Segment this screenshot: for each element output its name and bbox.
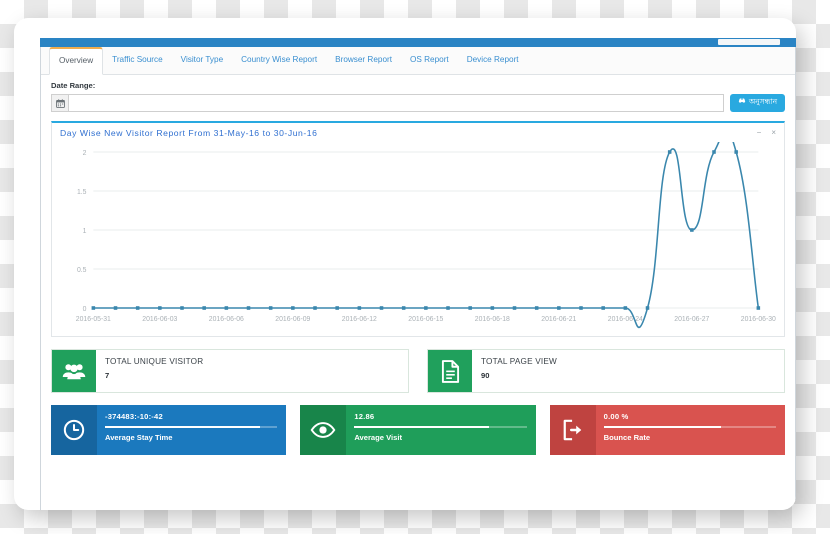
total-page-view-value: 90: [481, 371, 490, 380]
search-button[interactable]: অনুসন্ধান: [729, 94, 785, 112]
svg-text:2: 2: [83, 150, 87, 157]
tab-device-report[interactable]: Device Report: [458, 47, 528, 75]
svg-text:2016-06-21: 2016-06-21: [541, 316, 576, 323]
progress-fill: [354, 426, 489, 428]
svg-text:2016-06-30: 2016-06-30: [741, 316, 776, 323]
svg-text:0: 0: [83, 306, 87, 313]
tab-overview[interactable]: Overview: [49, 47, 104, 75]
summary-cards: TOTAL UNIQUE VISITOR 7 TOTAL PAGE VIEW 9…: [51, 349, 785, 393]
minimize-icon[interactable]: −: [757, 129, 762, 137]
clock-icon: [51, 405, 97, 455]
total-unique-visitor-title: TOTAL UNIQUE VISITOR: [105, 357, 204, 366]
date-range-label: Date Range:: [51, 81, 96, 90]
svg-text:2016-06-09: 2016-06-09: [275, 316, 310, 323]
total-unique-visitor-value: 7: [105, 371, 110, 380]
search-binoculars-icon: [738, 98, 746, 108]
average-visit-progress: [354, 426, 527, 428]
svg-text:2016-06-27: 2016-06-27: [674, 316, 709, 323]
average-stay-time-label: Average Stay Time: [105, 433, 173, 442]
average-visit-tile: 12.86 Average Visit: [300, 405, 536, 455]
bounce-rate-label: Bounce Rate: [603, 433, 651, 442]
browser-tab[interactable]: [718, 39, 780, 45]
panel-header: Day Wise New Visitor Report From 31-May-…: [52, 123, 784, 142]
progress-fill: [105, 426, 261, 428]
exit-icon: [549, 405, 596, 455]
date-range-input[interactable]: [69, 94, 724, 112]
svg-text:2016-06-24: 2016-06-24: [608, 316, 643, 323]
tab-os-report[interactable]: OS Report: [401, 47, 458, 75]
average-stay-time-body: -374483:-10:-42 Average Stay Time: [97, 405, 286, 455]
report-tabs: Overview Traffic Source Visitor Type Countr…: [41, 47, 795, 75]
bounce-rate-progress: [603, 426, 776, 428]
average-visit-label: Average Visit: [354, 433, 403, 442]
date-range-row: অনুসন্ধান: [51, 94, 785, 112]
svg-text:2016-06-12: 2016-06-12: [342, 316, 377, 323]
chart-canvas: 0 0.5 1 1.5 2 2016-05-31 2016-06-03 2016-06-06 2…: [76, 142, 776, 329]
tab-country-wise-report[interactable]: Country Wise Report: [232, 47, 326, 75]
screenshot-card: Overview Traffic Source Visitor Type Countr…: [14, 18, 796, 510]
svg-text:1.5: 1.5: [77, 189, 87, 196]
svg-text:2016-05-31: 2016-05-31: [76, 316, 111, 323]
average-stay-time-tile: -374483:-10:-42 Average Stay Time: [51, 405, 287, 455]
svg-text:1: 1: [83, 228, 87, 235]
close-icon[interactable]: ×: [771, 129, 776, 137]
svg-text:2016-06-15: 2016-06-15: [408, 316, 443, 323]
tab-browser-report[interactable]: Browser Report: [326, 47, 401, 75]
bounce-rate-body: 0.00 % Bounce Rate: [596, 405, 785, 455]
average-visit-value: 12.86: [354, 412, 375, 421]
visitor-report-panel: Day Wise New Visitor Report From 31-May-…: [51, 121, 785, 337]
bounce-rate-value: 0.00 %: [603, 412, 629, 421]
total-page-view-title: TOTAL PAGE VIEW: [481, 357, 557, 366]
metric-tiles: -374483:-10:-42 Average Stay Time 12.86: [51, 405, 785, 455]
search-button-label: অনুসন্ধান: [748, 97, 777, 106]
eye-icon: [300, 405, 347, 455]
total-page-view-body: TOTAL PAGE VIEW 90: [472, 350, 557, 392]
browser-top-bar: [40, 38, 796, 47]
tab-visitor-type[interactable]: Visitor Type: [172, 47, 232, 75]
total-unique-visitor-body: TOTAL UNIQUE VISITOR 7: [96, 350, 203, 392]
average-stay-time-progress: [105, 426, 278, 428]
total-unique-visitor-card: TOTAL UNIQUE VISITOR 7: [51, 349, 409, 393]
svg-text:2016-06-03: 2016-06-03: [142, 316, 177, 323]
calendar-icon[interactable]: [51, 94, 69, 112]
analytics-app-window: Overview Traffic Source Visitor Type Countr…: [40, 47, 796, 510]
visitor-line-chart: 0 0.5 1 1.5 2 2016-05-31 2016-06-03 2016-06-06 2…: [60, 142, 776, 332]
users-icon: [52, 350, 96, 392]
total-page-view-card: TOTAL PAGE VIEW 90: [427, 349, 785, 393]
panel-title: Day Wise New Visitor Report From 31-May-…: [60, 128, 318, 138]
average-stay-time-value: -374483:-10:-42: [105, 412, 163, 421]
progress-fill: [603, 426, 721, 428]
bounce-rate-tile: 0.00 % Bounce Rate: [549, 405, 785, 455]
panel-tools: − ×: [757, 129, 776, 137]
svg-text:2016-06-06: 2016-06-06: [209, 316, 244, 323]
tab-traffic-source[interactable]: Traffic Source: [103, 47, 172, 75]
svg-text:2016-06-18: 2016-06-18: [475, 316, 510, 323]
svg-text:0.5: 0.5: [77, 267, 87, 274]
date-range-section: Date Range: অনুসন্ধান: [41, 75, 795, 112]
average-visit-body: 12.86 Average Visit: [346, 405, 535, 455]
document-icon: [428, 350, 472, 392]
